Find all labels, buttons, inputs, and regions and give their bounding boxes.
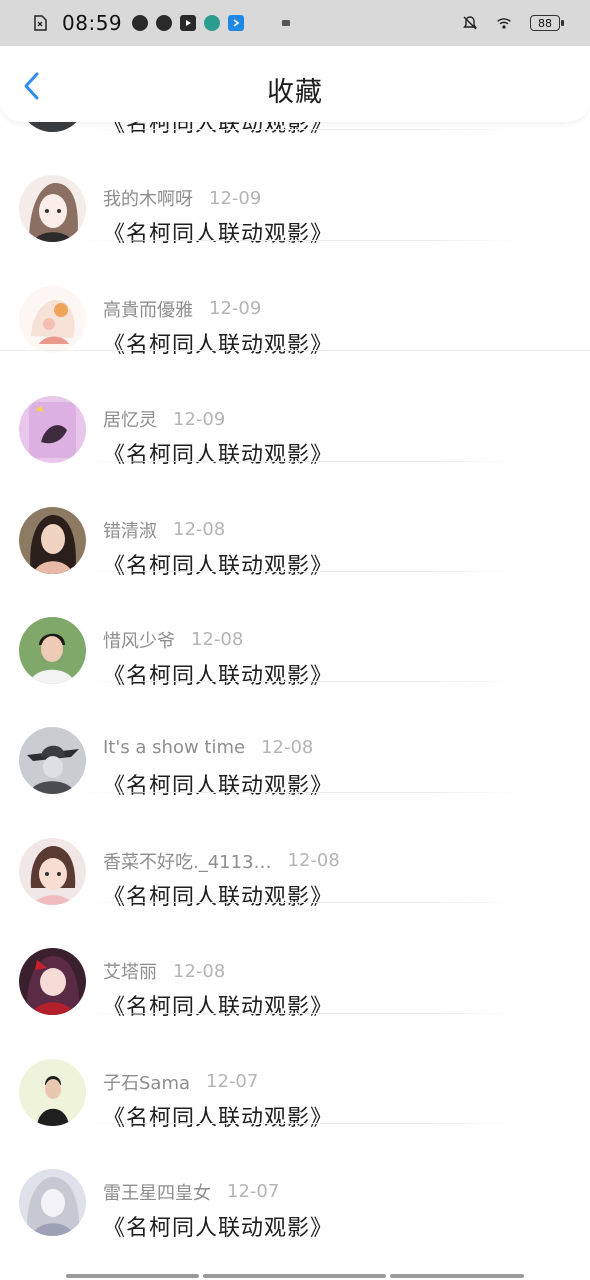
item-meta: 雷王星四皇女 12-07 xyxy=(103,1179,279,1205)
item-meta: 香菜不好吃._4113… 12-08 xyxy=(103,848,340,874)
item-date: 12-08 xyxy=(173,960,226,982)
item-date: 12-07 xyxy=(227,1181,280,1203)
page-title: 收藏 xyxy=(267,77,323,108)
item-date: 12-09 xyxy=(173,408,226,430)
list-item[interactable]: 居忆灵 12-09 《名柯同人联动观影》 xyxy=(0,351,590,468)
item-date: 12-09 xyxy=(209,298,262,320)
list-item[interactable]: 雷王星四皇女 12-07 《名柯同人联动观影》 xyxy=(0,1124,590,1241)
item-book-title[interactable]: 《名柯同人联动观影》 xyxy=(103,1210,333,1242)
item-username[interactable]: It's a show time xyxy=(103,737,245,758)
avatar[interactable] xyxy=(19,837,86,905)
list-item[interactable]: It's a show time 12-08 《名柯同人联动观影》 xyxy=(0,682,590,799)
avatar[interactable] xyxy=(19,727,86,795)
avatar[interactable] xyxy=(19,1058,86,1126)
app-header: 收藏 xyxy=(0,46,590,122)
bottom-gesture-area xyxy=(0,1254,590,1280)
gesture-handle[interactable] xyxy=(66,1274,199,1278)
avatar[interactable] xyxy=(19,506,86,574)
item-date: 12-08 xyxy=(173,519,226,541)
avatar[interactable] xyxy=(19,175,86,243)
item-date: 12-07 xyxy=(206,1071,259,1093)
item-meta: It's a show time 12-08 xyxy=(103,737,313,758)
item-meta: 居忆灵 12-09 xyxy=(103,406,225,432)
avatar[interactable] xyxy=(19,1168,86,1236)
item-date: 12-08 xyxy=(261,737,314,759)
item-meta: 惜风少爷 12-08 xyxy=(103,627,243,653)
avatar[interactable] xyxy=(19,948,86,1016)
avatar[interactable] xyxy=(19,285,86,353)
item-username[interactable]: 高貴而優雅 xyxy=(103,296,193,322)
item-meta: 错清淑 12-08 xyxy=(103,517,225,543)
item-meta: 我的木啊呀 12-09 xyxy=(103,185,261,211)
avatar[interactable] xyxy=(19,616,86,684)
item-username[interactable]: 子石Sama xyxy=(103,1069,190,1095)
item-username[interactable]: 艾塔丽 xyxy=(103,958,157,984)
item-date: 12-08 xyxy=(287,850,340,872)
gesture-handle[interactable] xyxy=(390,1274,524,1278)
item-username[interactable]: 香菜不好吃._4113… xyxy=(103,848,272,874)
list-item[interactable]: 高貴而優雅 12-09 《名柯同人联动观影》 xyxy=(0,241,590,358)
list-item[interactable]: 艾塔丽 12-08 《名柯同人联动观影》 xyxy=(0,903,590,1020)
list-item[interactable]: 香菜不好吃._4113… 12-08 《名柯同人联动观影》 xyxy=(0,793,590,910)
item-username[interactable]: 惜风少爷 xyxy=(103,627,175,653)
item-date: 12-08 xyxy=(191,629,244,651)
item-meta: 艾塔丽 12-08 xyxy=(103,958,225,984)
item-meta: 子石Sama 12-07 xyxy=(103,1069,258,1095)
list-item[interactable]: 子石Sama 12-07 《名柯同人联动观影》 xyxy=(0,1014,590,1131)
favorites-list: 《名柯同人联动观影》 我的木啊呀 12-09 《名柯同人联动观影》 高貴而優雅 … xyxy=(0,65,590,1241)
item-date: 12-09 xyxy=(209,187,262,209)
item-meta: 高貴而優雅 12-09 xyxy=(103,296,261,322)
item-username[interactable]: 错清淑 xyxy=(103,517,157,543)
item-username[interactable]: 居忆灵 xyxy=(103,406,157,432)
list-item[interactable]: 错清淑 12-08 《名柯同人联动观影》 xyxy=(0,462,590,579)
item-username[interactable]: 雷王星四皇女 xyxy=(103,1179,211,1205)
gesture-handle[interactable] xyxy=(203,1274,386,1278)
list-item[interactable]: 惜风少爷 12-08 《名柯同人联动观影》 xyxy=(0,572,590,689)
avatar[interactable] xyxy=(19,396,86,464)
list-item[interactable]: 我的木啊呀 12-09 《名柯同人联动观影》 xyxy=(0,130,590,247)
item-username[interactable]: 我的木啊呀 xyxy=(103,185,193,211)
